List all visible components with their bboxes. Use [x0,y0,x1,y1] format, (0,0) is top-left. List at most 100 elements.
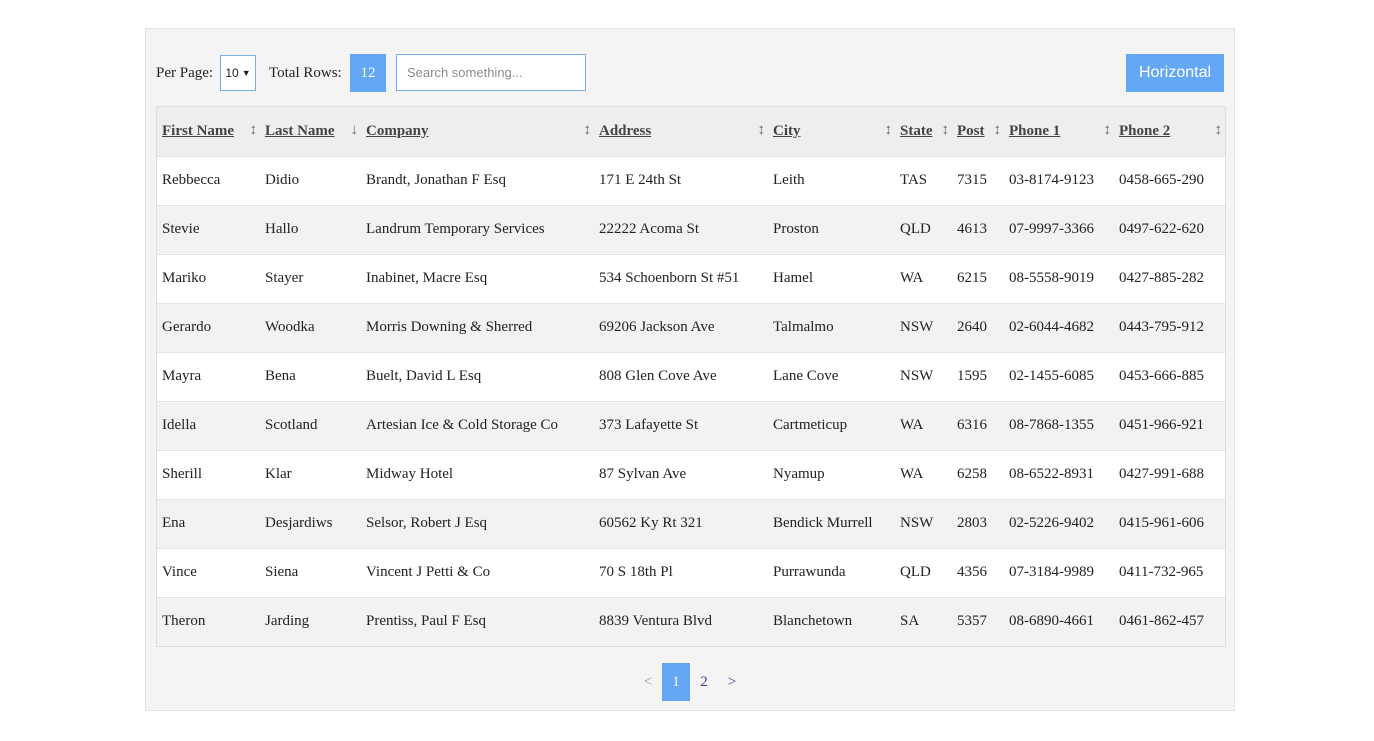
cell-last-name: Bena [265,368,296,384]
column-header-label: State [900,122,933,139]
cell-address: 534 Schoenborn St #51 [599,270,740,286]
cell-post: 6316 [957,417,987,433]
cell-address: 69206 Jackson Ave [599,319,715,335]
cell-company: Selsor, Robert J Esq [366,515,488,531]
cell-state: NSW [900,515,934,531]
cell-phone-1: 08-6890-4661 [1009,613,1094,630]
cell-phone-2: 0411-732-965 [1119,564,1204,580]
cell-phone-1: 02-5226-9402 [1009,515,1094,531]
pagination-page-2[interactable]: 2 [690,663,718,701]
sort-icon[interactable]: ↕ [250,122,258,139]
sort-icon[interactable]: ↕ [1104,122,1112,139]
cell-first-name: Theron [162,613,206,630]
cell-first-name: Rebbecca [162,172,221,188]
cell-phone-2: 0458-665-290 [1119,172,1204,188]
cell-city: Proston [773,221,819,237]
cell-phone-2: 0427-991-688 [1119,466,1204,482]
cell-first-name: Mayra [162,368,202,384]
cell-address: 87 Sylvan Ave [599,466,687,482]
cell-first-name: Ena [162,515,186,531]
sort-descending-icon[interactable]: ↓ [351,122,359,139]
sort-icon[interactable]: ↕ [942,122,950,139]
table-row: Mayra Bena Buelt, David L Esq 808 Glen Cove… [157,352,1225,401]
table-row: Theron Jarding Prentiss, Paul F Esq 8839 Ve… [157,597,1225,646]
cell-post: 7315 [957,172,987,188]
sort-icon[interactable]: ↕ [994,122,1002,139]
sort-icon[interactable]: ↕ [584,122,592,139]
pagination: <1 2 > [146,663,1234,701]
cell-phone-1: 07-3184-9989 [1009,564,1094,580]
cell-address: 70 S 18th Pl [599,564,673,580]
cell-company: Artesian Ice & Cold Storage Co [366,417,559,433]
column-header-post[interactable]: Post ↕ [952,107,1004,156]
column-header-first-name[interactable]: First Name ↕ [157,107,260,156]
table-row: Rebbecca Didio Brandt, Jonathan F Esq 171 E… [157,156,1225,205]
cell-address: 60562 Ky Rt 321 [599,515,703,531]
cell-state: NSW [900,319,934,335]
column-header-label: Phone 1 [1009,122,1061,139]
cell-phone-1: 07-9997-3366 [1009,221,1094,237]
column-header-label: Company [366,122,429,139]
column-header-last-name[interactable]: Last Name ↓ [260,107,361,156]
cell-last-name: Desjardiws [265,515,333,531]
cell-first-name: Vince [162,564,197,580]
column-header-city[interactable]: City ↕ [768,107,895,156]
cell-address: 22222 Acoma St [599,221,699,237]
cell-phone-2: 0451-966-921 [1119,417,1204,433]
column-header-label: Post [957,122,985,139]
sort-icon[interactable]: ↕ [758,122,766,139]
cell-city: Cartmeticup [773,417,848,433]
column-header-address[interactable]: Address ↕ [594,107,768,156]
cell-state: QLD [900,221,931,237]
table-row: Stevie Hallo Landrum Temporary Services 222… [157,205,1225,254]
column-header-state[interactable]: State ↕ [895,107,952,156]
horizontal-button[interactable]: Horizontal [1126,54,1224,92]
cell-company: Buelt, David L Esq [366,368,482,384]
cell-company: Prentiss, Paul F Esq [366,613,487,630]
cell-city: Blanchetown [773,613,853,630]
cell-state: QLD [900,564,931,580]
column-header-phone-1[interactable]: Phone 1 ↕ [1004,107,1114,156]
search-input[interactable] [396,54,586,91]
sort-icon[interactable]: ↕ [885,122,893,139]
data-table: First Name ↕ Last Name ↓ Company ↕ Address ↕ Cit… [156,106,1226,647]
cell-last-name: Siena [265,564,299,580]
cell-phone-1: 08-6522-8931 [1009,466,1094,482]
cell-post: 5357 [957,613,987,630]
pagination-page-1[interactable]: 1 [662,663,690,701]
per-page-select[interactable]: 10 ▼ [220,55,256,91]
cell-first-name: Sherill [162,466,202,482]
table-row: Ena Desjardiws Selsor, Robert J Esq 60562 K… [157,499,1225,548]
column-header-phone-2[interactable]: Phone 2 ↕ [1114,107,1225,156]
data-table-panel: Per Page: 10 ▼ Total Rows: 12 Horizontal… [145,28,1235,711]
cell-phone-2: 0497-622-620 [1119,221,1204,237]
cell-state: SA [900,613,920,630]
table-row: Mariko Stayer Inabinet, Macre Esq 534 Schoe… [157,254,1225,303]
table-row: Idella Scotland Artesian Ice & Cold Storag… [157,401,1225,450]
table-row: Vince Siena Vincent J Petti & Co 70 S 18th … [157,548,1225,597]
pagination-next-button[interactable]: > [718,663,746,701]
column-header-label: Phone 2 [1119,122,1171,139]
table-header-row: First Name ↕ Last Name ↓ Company ↕ Address ↕ Cit… [157,107,1225,156]
cell-first-name: Idella [162,417,197,433]
table-body: Rebbecca Didio Brandt, Jonathan F Esq 171 E… [157,156,1225,646]
cell-company: Vincent J Petti & Co [366,564,491,580]
cell-phone-2: 0461-862-457 [1119,613,1204,630]
cell-last-name: Scotland [265,417,318,433]
cell-company: Midway Hotel [366,466,454,482]
cell-city: Leith [773,172,805,188]
total-rows-label: Total Rows: [269,64,342,81]
column-header-label: City [773,122,801,139]
table-toolbar: Per Page: 10 ▼ Total Rows: 12 Horizontal [156,54,1224,92]
column-header-label: Last Name [265,122,335,139]
cell-address: 8839 Ventura Blvd [599,613,713,630]
sort-icon[interactable]: ↕ [1215,122,1223,139]
cell-post: 6258 [957,466,987,482]
cell-phone-1: 02-6044-4682 [1009,319,1094,335]
cell-company: Morris Downing & Sherred [366,319,533,335]
pagination-prev-button[interactable]: < [634,663,662,701]
cell-city: Lane Cove [773,368,839,384]
cell-phone-1: 02-1455-6085 [1009,368,1094,384]
table-row: Gerardo Woodka Morris Downing & Sherred 692… [157,303,1225,352]
column-header-company[interactable]: Company ↕ [361,107,594,156]
